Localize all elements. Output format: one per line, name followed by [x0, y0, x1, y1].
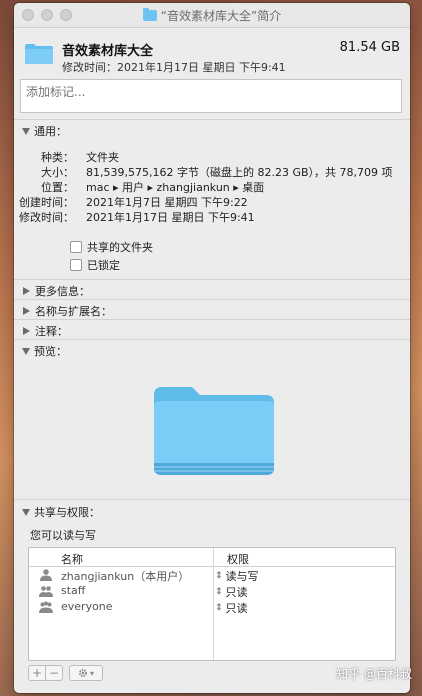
folder-icon	[25, 44, 53, 64]
section-more-info-label: 更多信息：	[35, 285, 90, 298]
permission-value: 只读	[225, 602, 248, 615]
info-key: 种类：	[41, 151, 74, 164]
folder-icon	[142, 8, 157, 21]
disclosure-down-icon	[22, 347, 30, 355]
group-icon	[39, 586, 53, 597]
divider	[14, 339, 410, 340]
section-more-info[interactable]: 更多信息：	[22, 283, 90, 299]
divider	[14, 119, 410, 120]
user-name: zhangjiankun（本用户）	[61, 570, 190, 583]
disclosure-right-icon	[23, 287, 30, 295]
info-key: 创建时间：	[19, 196, 74, 209]
add-user-button[interactable]: +	[28, 665, 46, 681]
folder-preview-icon	[154, 387, 274, 475]
info-row-modified: 修改时间： 2021年1月17日 星期日 下午9:41	[14, 209, 410, 224]
window-title: “音效素材库大全”简介	[160, 9, 282, 23]
disclosure-down-icon	[22, 508, 30, 516]
user-icon	[40, 569, 52, 581]
window-title-group: “音效素材库大全”简介	[14, 7, 410, 24]
section-name-ext[interactable]: 名称与扩展名：	[22, 303, 112, 319]
gear-icon	[78, 669, 87, 677]
info-row-kind: 种类： 文件夹	[14, 149, 410, 164]
section-comments-label: 注释：	[35, 325, 68, 338]
tags-input[interactable]	[20, 79, 402, 113]
file-size: 81.54 GB	[339, 40, 400, 55]
title-bar: “音效素材库大全”简介	[14, 3, 410, 28]
file-header: 音效素材库大全 81.54 GB 修改时间：2021年1月17日 星期日 下午9…	[14, 28, 410, 80]
divider	[14, 319, 410, 320]
section-comments[interactable]: 注释：	[22, 323, 68, 339]
checkbox[interactable]	[70, 241, 82, 253]
permission-value: 只读	[225, 586, 248, 599]
chevron-down-icon: ▾	[89, 668, 94, 678]
general-info: 种类： 文件夹 大小： 81,539,575,162 字节（磁盘上的 82.23…	[14, 149, 410, 224]
updown-arrows-icon: ⇕	[215, 587, 223, 597]
table-row[interactable]: staff ⇕ 只读	[29, 583, 395, 599]
section-name-ext-label: 名称与扩展名：	[35, 305, 112, 318]
divider	[14, 279, 410, 280]
column-header-name[interactable]: 名称	[61, 551, 83, 567]
divider	[14, 299, 410, 300]
file-name: 音效素材库大全	[62, 44, 154, 59]
permissions-table: 名称 权限 zhangjiankun（本用户） ⇕ 读与写 staff ⇕ 只读…	[28, 547, 396, 661]
shared-folder-checkbox[interactable]: 共享的文件夹	[70, 239, 153, 255]
divider	[14, 499, 410, 500]
info-key: 大小：	[41, 166, 74, 179]
info-window: “音效素材库大全”简介 音效素材库大全 81.54 GB 修改时间：2021年1…	[14, 3, 410, 693]
locked-label: 已锁定	[87, 259, 120, 272]
info-row-location: 位置： mac ▸ 用户 ▸ zhangjiankun ▸ 桌面	[14, 179, 410, 194]
user-name: staff	[61, 584, 86, 597]
permission-select[interactable]: ⇕ 读与写	[215, 568, 259, 584]
info-value: mac ▸ 用户 ▸ zhangjiankun ▸ 桌面	[86, 181, 265, 194]
modified-date: 修改时间：2021年1月17日 星期日 下午9:41	[62, 61, 286, 74]
disclosure-right-icon	[23, 327, 30, 335]
info-value: 2021年1月17日 星期日 下午9:41	[86, 211, 255, 224]
section-preview-label: 预览：	[34, 345, 67, 358]
info-value: 2021年1月7日 星期四 下午9:22	[86, 196, 248, 209]
section-sharing[interactable]: 共享与权限：	[22, 504, 100, 520]
info-row-created: 创建时间： 2021年1月7日 星期四 下午9:22	[14, 194, 410, 209]
remove-user-button[interactable]: −	[46, 665, 63, 681]
updown-arrows-icon: ⇕	[215, 571, 223, 581]
table-row[interactable]: zhangjiankun（本用户） ⇕ 读与写	[29, 567, 395, 583]
permission-controls: + − ▾	[28, 665, 103, 681]
shared-folder-label: 共享的文件夹	[87, 241, 153, 254]
table-header: 名称 权限	[29, 548, 395, 567]
table-row[interactable]: everyone ⇕ 只读	[29, 599, 395, 615]
section-sharing-label: 共享与权限：	[34, 506, 100, 519]
user-name: everyone	[61, 600, 113, 613]
updown-arrows-icon: ⇕	[215, 603, 223, 613]
disclosure-right-icon	[23, 307, 30, 315]
section-preview[interactable]: 预览：	[22, 343, 67, 359]
permission-caption: 您可以读与写	[30, 529, 96, 542]
permission-select[interactable]: ⇕ 只读	[215, 600, 248, 616]
everyone-icon	[39, 601, 53, 613]
add-remove-group: + −	[28, 665, 63, 681]
info-key: 修改时间：	[19, 211, 74, 224]
info-key: 位置：	[41, 181, 74, 194]
column-header-permission[interactable]: 权限	[227, 551, 249, 567]
watermark: 知乎 @百科叔	[336, 667, 412, 681]
info-value: 81,539,575,162 字节（磁盘上的 82.23 GB），共 78,70…	[86, 166, 393, 179]
section-general[interactable]: 通用：	[22, 123, 67, 139]
locked-checkbox[interactable]: 已锁定	[70, 257, 120, 273]
permission-select[interactable]: ⇕ 只读	[215, 584, 248, 600]
section-general-label: 通用：	[34, 125, 67, 138]
info-value: 文件夹	[86, 151, 119, 164]
info-row-size: 大小： 81,539,575,162 字节（磁盘上的 82.23 GB），共 7…	[14, 164, 410, 179]
checkbox[interactable]	[70, 259, 82, 271]
action-menu-button[interactable]: ▾	[69, 665, 103, 681]
disclosure-down-icon	[22, 127, 30, 135]
permission-value: 读与写	[225, 570, 259, 583]
